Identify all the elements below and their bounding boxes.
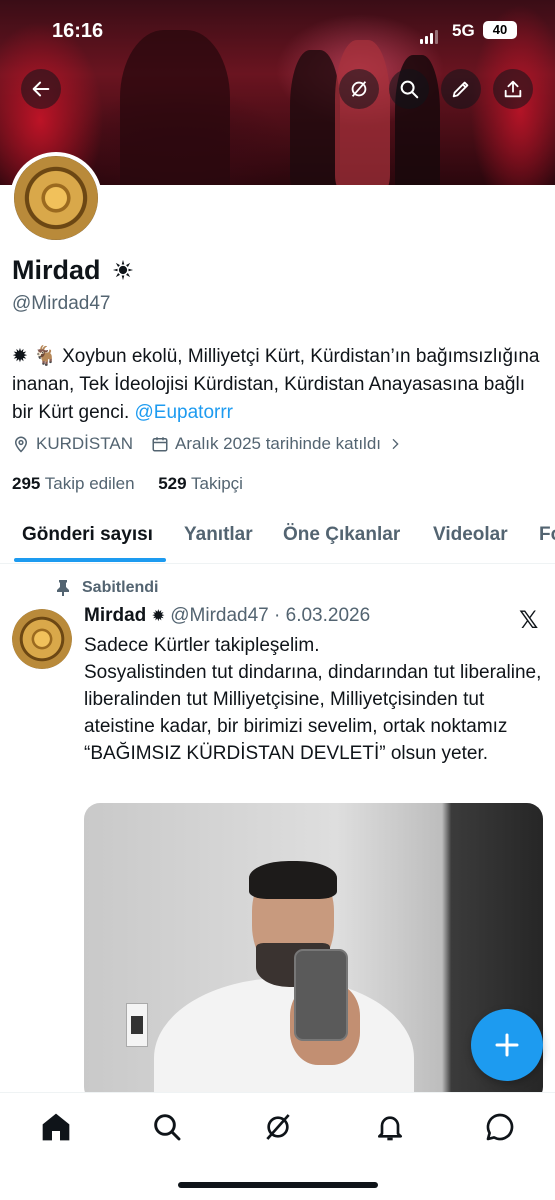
tweet-header: Mirdad ✹ @Mirdad47 · 6.03.2026	[84, 605, 370, 627]
search-icon	[400, 80, 419, 99]
profile-meta: KURDİSTAN Aralık 2025 tarihinde katıldı	[12, 434, 427, 454]
home-icon	[42, 1113, 70, 1141]
profile-name: Mirdad	[12, 255, 134, 286]
pin-icon	[57, 580, 69, 596]
tab-more[interactable]: Fo	[539, 524, 555, 546]
sun-icon	[112, 259, 134, 281]
calendar-icon	[152, 437, 168, 452]
nav-search[interactable]	[151, 1111, 183, 1143]
edit-button[interactable]	[441, 69, 481, 109]
x-logo-icon[interactable]: 𝕏	[519, 606, 538, 635]
join-date: Aralık 2025 tarihinde katıldı	[151, 434, 409, 454]
pinned-label: Sabitlendi	[56, 579, 158, 597]
notifications-icon	[378, 1116, 402, 1141]
status-bar: 16:16 5G 40	[0, 18, 555, 46]
compose-button[interactable]	[471, 1009, 543, 1081]
profile-handle: @Mirdad47	[12, 293, 111, 314]
status-time: 16:16	[52, 20, 104, 42]
following-link[interactable]: 295 Takip edilen	[12, 474, 135, 493]
battery-icon: 40	[483, 21, 517, 39]
network-label: 5G	[452, 21, 475, 40]
tweet-handle-date: @Mirdad47 · 6.03.2026	[170, 605, 371, 626]
bio-text: ✹ 🐐 Xoybun ekolü, Milliyetçi Kürt, Kürdi…	[12, 346, 540, 423]
search-icon	[154, 1114, 181, 1141]
tweet-text: Sadece Kürtler takipleşelim. Sosyalistin…	[84, 635, 542, 764]
tab-videos[interactable]: Videolar	[433, 524, 508, 546]
back-icon	[32, 81, 50, 97]
followers-link[interactable]: 529 Takipçi	[158, 474, 243, 493]
grok-icon	[351, 81, 367, 97]
tweet-avatar[interactable]	[12, 609, 72, 669]
tab-replies[interactable]: Yanıtlar	[184, 524, 253, 546]
nav-grok[interactable]	[262, 1111, 294, 1143]
chevron-right-icon[interactable]	[387, 436, 403, 452]
tab-highlights[interactable]: Öne Çıkanlar	[283, 524, 400, 546]
bio-mention-link[interactable]: @Eupatorrr	[135, 402, 234, 423]
nav-messages[interactable]	[484, 1111, 516, 1143]
back-button[interactable]	[21, 69, 61, 109]
share-icon	[504, 80, 522, 98]
nav-home[interactable]	[40, 1111, 72, 1143]
tweet-author[interactable]: Mirdad	[84, 605, 146, 626]
plus-icon	[495, 1033, 519, 1057]
tab-posts[interactable]: Gönderi sayısı	[22, 524, 153, 546]
nav-notifications[interactable]	[374, 1111, 406, 1143]
location: KURDİSTAN	[12, 434, 133, 454]
active-tab-indicator	[14, 558, 166, 562]
grok-button[interactable]	[339, 69, 379, 109]
profile-bio: ✹ 🐐 Xoybun ekolü, Milliyetçi Kürt, Kürdi…	[12, 343, 547, 427]
messages-icon	[486, 1113, 514, 1141]
grok-icon	[266, 1114, 290, 1140]
profile-avatar[interactable]	[10, 152, 102, 244]
location-icon	[14, 436, 28, 453]
share-button[interactable]	[493, 69, 533, 109]
edit-icon	[452, 81, 469, 98]
profile-tabs: Gönderi sayısı Yanıtlar Öne Çıkanlar Vid…	[0, 512, 555, 564]
home-indicator	[178, 1182, 378, 1188]
sun-icon: ✹	[151, 608, 165, 625]
signal-icon	[420, 26, 440, 44]
follow-stats: 295 Takip edilen 529 Takipçi	[12, 474, 243, 494]
search-button[interactable]	[389, 69, 429, 109]
